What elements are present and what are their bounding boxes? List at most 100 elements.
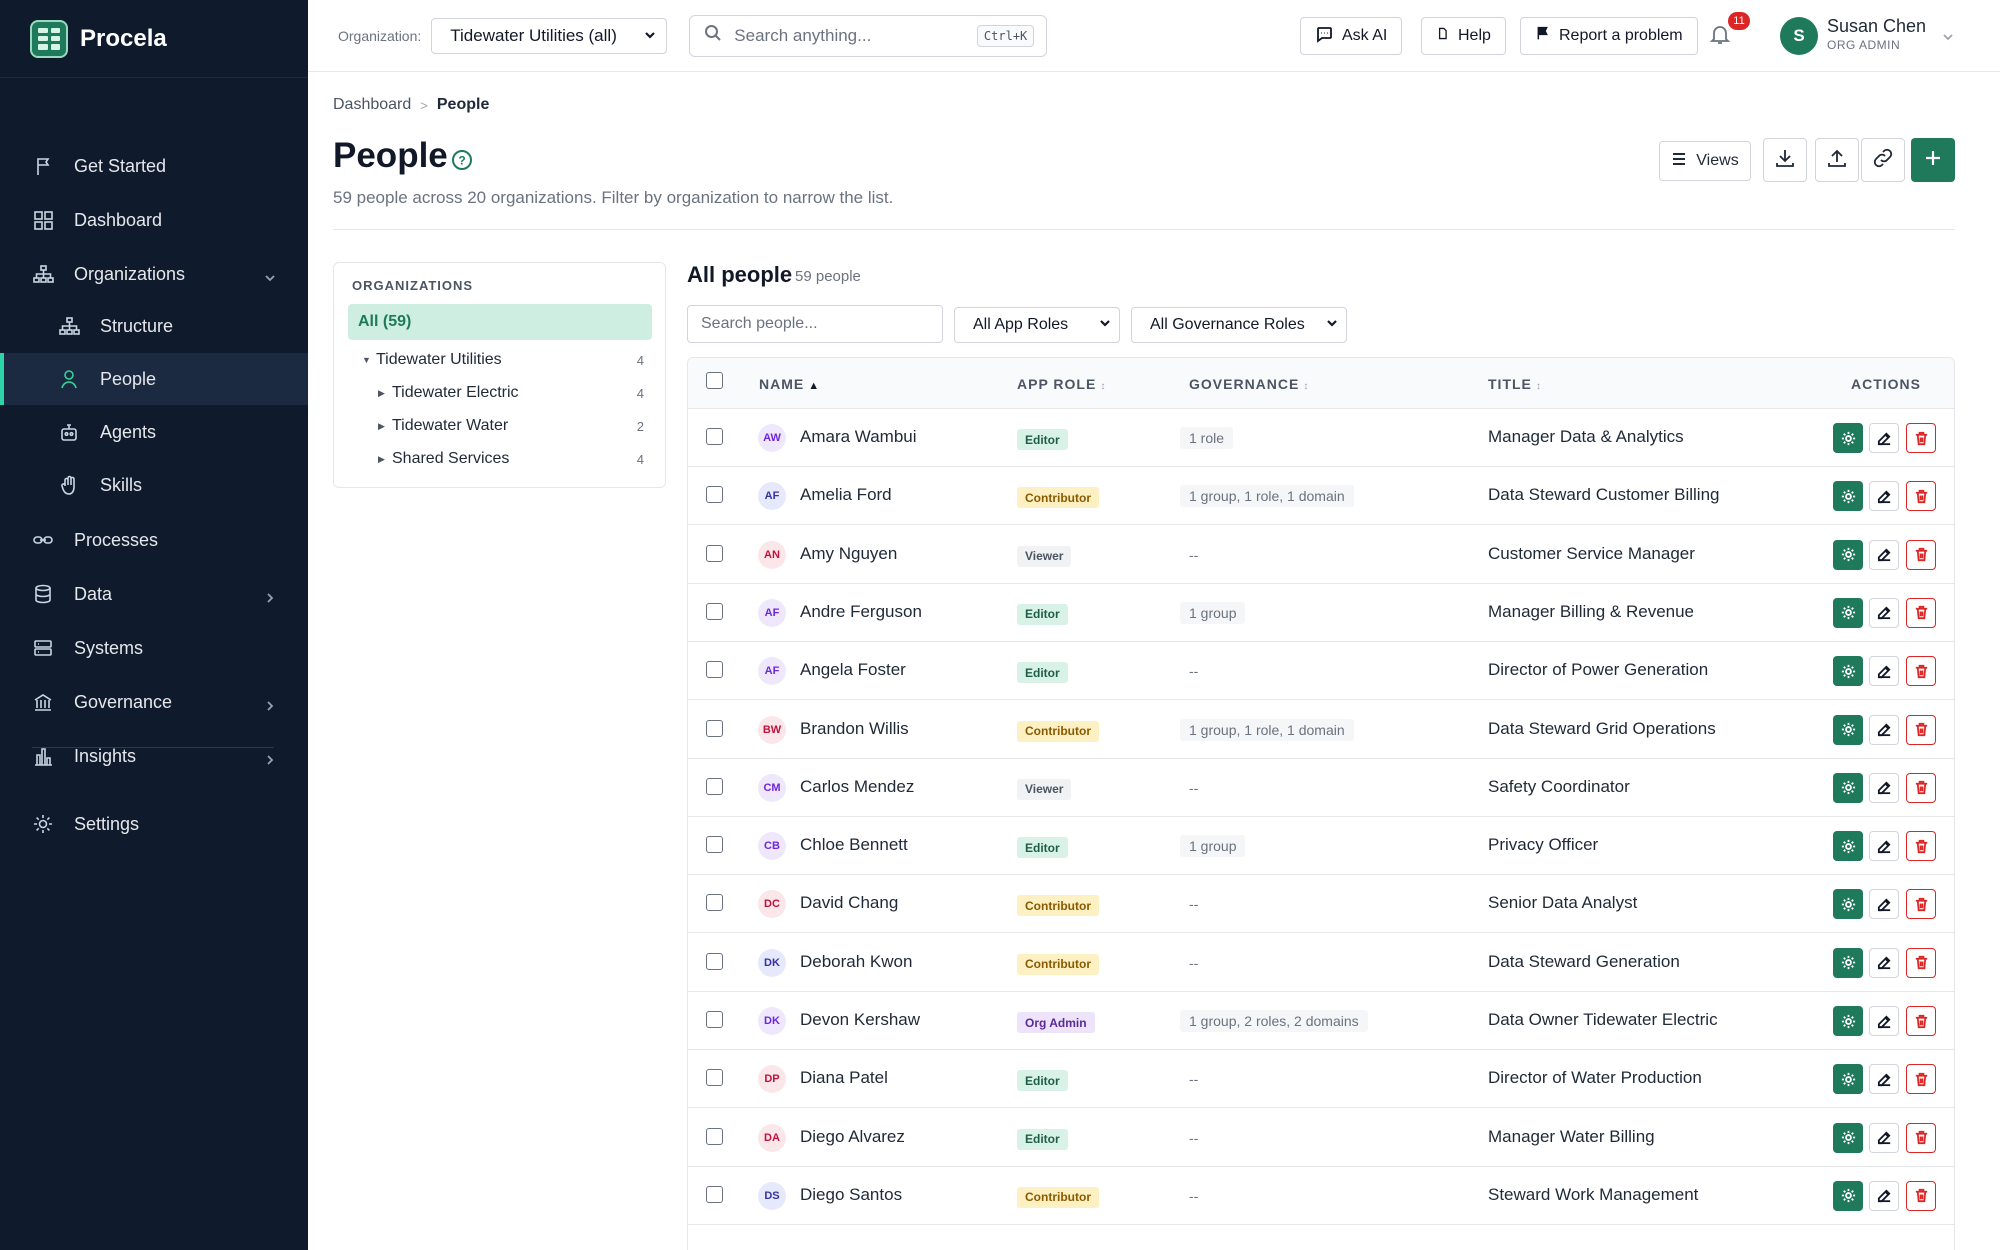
- row-checkbox[interactable]: [706, 1011, 723, 1028]
- edit-button[interactable]: [1869, 539, 1899, 570]
- sidebar-item-processes[interactable]: Processes: [0, 513, 308, 567]
- table-row[interactable]: CB Chloe Bennett Editor 1 group Privacy Offi…: [688, 817, 1954, 876]
- row-checkbox[interactable]: [706, 661, 723, 679]
- org-tree-item[interactable]: ▶ Tidewater Electric 4: [348, 378, 652, 408]
- edit-button[interactable]: [1869, 1006, 1899, 1036]
- delete-button[interactable]: [1906, 889, 1936, 920]
- delete-button[interactable]: [1906, 1064, 1936, 1095]
- download-button[interactable]: [1763, 138, 1807, 182]
- person-name[interactable]: Diego Santos: [800, 1185, 902, 1205]
- edit-button[interactable]: [1869, 423, 1899, 453]
- edit-button[interactable]: [1869, 889, 1899, 920]
- user-avatar[interactable]: S: [1780, 17, 1818, 55]
- edit-button[interactable]: [1869, 947, 1899, 978]
- edit-button[interactable]: [1869, 1122, 1899, 1153]
- person-name[interactable]: Deborah Kwon: [800, 952, 912, 972]
- sidebar-item-structure[interactable]: Structure: [0, 300, 308, 352]
- delete-button[interactable]: [1906, 831, 1936, 862]
- help-circle-icon[interactable]: ?: [451, 149, 473, 171]
- settings-button[interactable]: [1833, 714, 1863, 745]
- settings-button[interactable]: [1833, 481, 1863, 512]
- delete-button[interactable]: [1906, 481, 1936, 512]
- column-header-governance[interactable]: GOVERNANCE ↕: [1189, 376, 1309, 392]
- report-problem-button[interactable]: Report a problem: [1520, 17, 1698, 55]
- row-checkbox[interactable]: [706, 952, 723, 970]
- table-row[interactable]: DK Deborah Kwon Contributor -- Data Steward …: [688, 934, 1954, 992]
- sidebar-item-get-started[interactable]: Get Started: [0, 139, 308, 193]
- org-select[interactable]: Tidewater Utilities (all): [431, 17, 668, 54]
- settings-button[interactable]: [1833, 539, 1863, 570]
- row-checkbox[interactable]: [706, 486, 723, 504]
- column-header-app-role[interactable]: APP ROLE ↕: [1017, 376, 1106, 392]
- sidebar-item-people[interactable]: People: [0, 353, 308, 405]
- table-row[interactable]: AW Amara Wambui Editor 1 role Manager Data &…: [688, 409, 1954, 467]
- table-row[interactable]: AF Angela Foster Editor -- Director of Power…: [688, 642, 1954, 701]
- row-checkbox[interactable]: [706, 1185, 723, 1203]
- column-header-name[interactable]: NAME ▲: [759, 376, 820, 392]
- edit-button[interactable]: [1869, 1180, 1899, 1211]
- person-name[interactable]: Chloe Bennett: [800, 835, 908, 855]
- edit-button[interactable]: [1869, 481, 1899, 512]
- sidebar-item-dashboard[interactable]: Dashboard: [0, 193, 308, 247]
- edit-button[interactable]: [1869, 1064, 1899, 1095]
- delete-button[interactable]: [1906, 423, 1936, 453]
- row-checkbox[interactable]: [706, 1127, 723, 1145]
- table-row[interactable]: AN Amy Nguyen Viewer -- Customer Service Man…: [688, 526, 1954, 584]
- table-row[interactable]: DC David Chang Contributor -- Senior Data An…: [688, 875, 1954, 934]
- delete-button[interactable]: [1906, 539, 1936, 570]
- row-checkbox[interactable]: [706, 428, 723, 445]
- row-checkbox[interactable]: [706, 544, 723, 562]
- org-tree-item[interactable]: ▼ Tidewater Utilities 4: [348, 345, 652, 375]
- edit-button[interactable]: [1869, 772, 1899, 803]
- delete-button[interactable]: [1906, 1122, 1936, 1153]
- person-name[interactable]: Amy Nguyen: [800, 544, 897, 564]
- table-row[interactable]: DS Diego Santos Contributor -- Steward Work …: [688, 1167, 1954, 1225]
- row-checkbox[interactable]: [706, 894, 723, 912]
- governance-roles-filter[interactable]: All Governance Roles: [1131, 307, 1347, 343]
- ask-ai-button[interactable]: Ask AI: [1300, 17, 1403, 55]
- sidebar-item-organizations[interactable]: Organizations: [0, 247, 308, 301]
- sidebar-item-insights[interactable]: Insights: [0, 729, 308, 783]
- person-name[interactable]: Brandon Willis: [800, 719, 909, 739]
- brand[interactable]: Procela: [0, 0, 308, 78]
- caret-right-icon[interactable]: ▶: [378, 388, 392, 399]
- sidebar-item-agents[interactable]: Agents: [0, 406, 308, 458]
- caret-right-icon[interactable]: ▶: [378, 454, 392, 465]
- org-tree-item[interactable]: ▶ Tidewater Water 2: [348, 411, 652, 441]
- edit-button[interactable]: [1869, 831, 1899, 862]
- caret-down-icon[interactable]: ▼: [362, 355, 376, 365]
- person-name[interactable]: Andre Ferguson: [800, 602, 922, 622]
- org-tree-item[interactable]: ▶ Shared Services 4: [348, 444, 652, 474]
- column-header-title[interactable]: TITLE ↕: [1488, 376, 1542, 392]
- settings-button[interactable]: [1833, 947, 1863, 978]
- table-row[interactable]: BW Brandon Willis Contributor 1 group, 1 ro…: [688, 701, 1954, 759]
- settings-button[interactable]: [1833, 889, 1863, 920]
- global-search-input[interactable]: Search anything... Ctrl+K: [689, 14, 1048, 57]
- person-name[interactable]: Diana Patel: [800, 1068, 888, 1088]
- select-all-checkbox[interactable]: [706, 372, 723, 389]
- delete-button[interactable]: [1906, 597, 1936, 628]
- person-name[interactable]: Angela Foster: [800, 660, 906, 680]
- settings-button[interactable]: [1833, 1180, 1863, 1211]
- row-checkbox[interactable]: [706, 777, 723, 795]
- settings-button[interactable]: [1833, 1064, 1863, 1095]
- chevron-down-icon[interactable]: [1942, 30, 1954, 42]
- row-checkbox[interactable]: [706, 719, 723, 737]
- person-name[interactable]: David Chang: [800, 893, 898, 913]
- table-row[interactable]: AF Amelia Ford Contributor 1 group, 1 role,…: [688, 467, 1954, 526]
- upload-button[interactable]: [1815, 138, 1859, 182]
- views-button[interactable]: Views: [1659, 141, 1751, 181]
- row-checkbox[interactable]: [706, 602, 723, 620]
- table-row[interactable]: DK Devon Kershaw Org Admin 1 group, 2 roles…: [688, 992, 1954, 1050]
- edit-button[interactable]: [1869, 714, 1899, 745]
- table-row[interactable]: DA Diego Alvarez Editor -- Manager Water Bil…: [688, 1109, 1954, 1167]
- delete-button[interactable]: [1906, 1006, 1936, 1036]
- help-button[interactable]: Help: [1421, 17, 1506, 55]
- table-row[interactable]: CM Carlos Mendez Viewer -- Safety Coordinato…: [688, 759, 1954, 817]
- settings-button[interactable]: [1833, 597, 1863, 628]
- table-row[interactable]: DP Diana Patel Editor -- Director of Water P…: [688, 1050, 1954, 1109]
- caret-right-icon[interactable]: ▶: [378, 421, 392, 432]
- delete-button[interactable]: [1906, 714, 1936, 745]
- user-name[interactable]: Susan Chen: [1827, 16, 1926, 37]
- delete-button[interactable]: [1906, 772, 1936, 803]
